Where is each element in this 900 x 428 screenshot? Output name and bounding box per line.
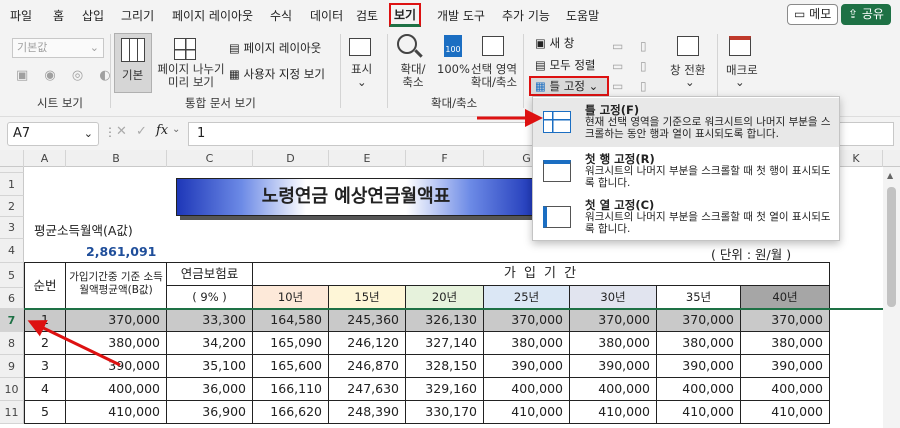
arrow-to-row-7 (27, 320, 121, 367)
annotation-arrows (27, 109, 543, 367)
excel-window: { "menu": { "items": ["파일","홈","삽입","그리기… (0, 0, 900, 428)
